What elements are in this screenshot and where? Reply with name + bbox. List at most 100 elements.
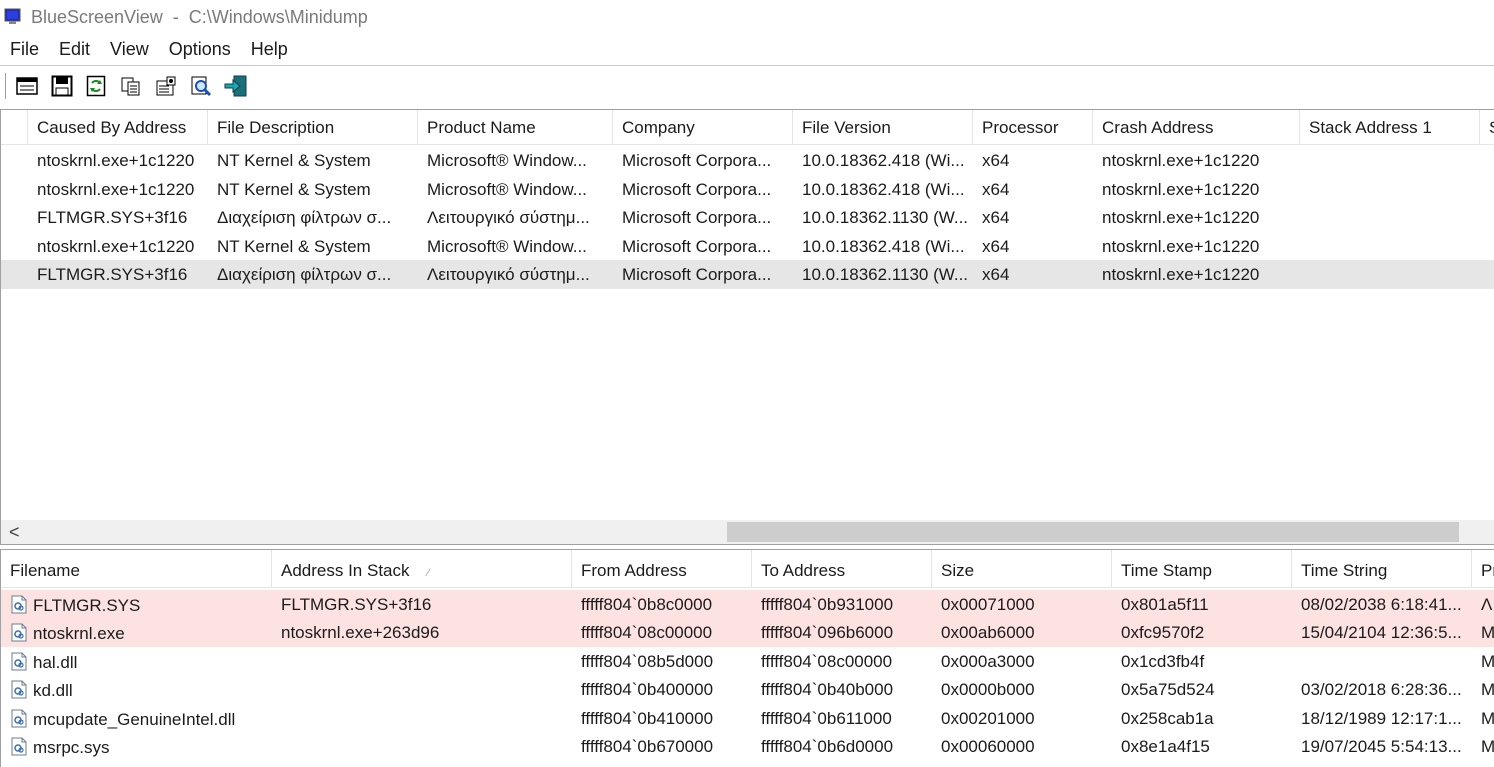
column-header-file-description[interactable]: File Description — [208, 110, 418, 145]
column-header-time-stamp[interactable]: Time Stamp — [1112, 550, 1292, 588]
html-report-button[interactable] — [15, 74, 39, 98]
crash-row[interactable]: FLTMGR.SYS+3f16 Διαχείριση φίλτρων σ... … — [1, 203, 1494, 232]
column-header-size[interactable]: Size — [932, 550, 1112, 588]
refresh-icon — [86, 75, 106, 97]
cell-file-description: NT Kernel & System — [217, 236, 371, 256]
cell-time-stamp: 0x5a75d524 — [1121, 680, 1215, 699]
cell-company: Microsoft Corpora... — [622, 236, 772, 256]
cell-crash-address: ntoskrnl.exe+1c1220 — [1102, 236, 1260, 256]
properties-button[interactable] — [154, 74, 178, 98]
column-header-file-version[interactable]: File Version — [793, 110, 973, 145]
cell-file-description: Διαχείριση φίλτρων σ... — [217, 208, 392, 227]
cell-time-stamp: 0x801a5f11 — [1121, 594, 1209, 614]
cell-truncated: M — [1481, 708, 1494, 728]
driver-row[interactable]: msrpc.sys fffff804`0b670000 fffff804`0b6… — [1, 732, 1494, 761]
cell-time-stamp: 0x8e1a4f15 — [1121, 737, 1210, 756]
cell-file-description: NT Kernel & System — [217, 179, 371, 199]
cell-processor: x64 — [982, 151, 1010, 170]
crash-row[interactable]: ntoskrnl.exe+1c1220 NT Kernel & System M… — [1, 146, 1494, 175]
column-header-stack-address-1[interactable]: Stack Address 1 — [1300, 110, 1480, 145]
column-header-filename[interactable]: Filename — [1, 550, 272, 588]
cell-to-address: fffff804`0b931000 — [761, 594, 894, 614]
window-title: BlueScreenView - C:\Windows\Minidump — [31, 7, 368, 27]
driver-list[interactable]: Filename Address In Stack ⁄ From Address … — [0, 549, 1494, 767]
menu-bar: File Edit View Options Help — [0, 36, 1494, 64]
cell-truncated: M — [1481, 737, 1494, 756]
menu-help[interactable]: Help — [251, 36, 288, 64]
copy-button[interactable] — [119, 74, 143, 98]
column-header-blank[interactable] — [1, 110, 28, 145]
cell-time-stamp: 0x258cab1a — [1121, 708, 1214, 728]
cell-time-string: 18/12/1989 12:17:1... — [1301, 708, 1462, 728]
column-header-truncated[interactable]: Pr — [1472, 550, 1494, 588]
menu-options[interactable]: Options — [169, 36, 231, 64]
column-header-to-address[interactable]: To Address — [752, 550, 932, 588]
cell-file-description: Διαχείριση φίλτρων σ... — [217, 265, 392, 284]
cell-from-address: fffff804`08c00000 — [581, 623, 713, 642]
horizontal-scrollbar[interactable]: < — [1, 520, 1494, 544]
cell-to-address: fffff804`0b611000 — [761, 708, 892, 728]
cell-to-address: fffff804`096b6000 — [761, 623, 894, 642]
cell-file-version: 10.0.18362.1130 (W... — [802, 208, 969, 227]
refresh-button[interactable] — [84, 74, 108, 98]
driver-row-highlighted[interactable]: FLTMGR.SYS FLTMGR.SYS+3f16 fffff804`0b8c… — [1, 589, 1494, 619]
html-report-icon — [16, 77, 38, 95]
find-icon — [191, 76, 212, 97]
exit-button[interactable] — [224, 74, 248, 98]
column-header-company[interactable]: Company — [613, 110, 793, 145]
cell-caused-by-address: ntoskrnl.exe+1c1220 — [37, 179, 195, 199]
menu-view[interactable]: View — [110, 36, 149, 64]
find-button[interactable] — [189, 74, 213, 98]
toolbar-grip[interactable] — [5, 73, 7, 99]
cell-address-in-stack — [272, 732, 572, 761]
column-header-caused-by-address[interactable]: Caused By Address — [28, 110, 208, 145]
driver-row[interactable]: kd.dll fffff804`0b400000 fffff804`0b40b0… — [1, 675, 1494, 704]
save-button[interactable] — [50, 74, 74, 98]
cell-from-address: fffff804`0b670000 — [581, 737, 714, 756]
cell-company: Microsoft Corpora... — [622, 208, 772, 227]
cell-size: 0x00060000 — [941, 737, 1035, 756]
cell-from-address: fffff804`0b400000 — [581, 680, 714, 699]
cell-to-address: fffff804`08c00000 — [761, 651, 893, 671]
cell-product-name: Microsoft® Window... — [427, 236, 587, 256]
cell-filename: msrpc.sys — [1, 732, 272, 761]
cell-product-name: Microsoft® Window... — [427, 151, 587, 170]
cell-address-in-stack: ntoskrnl.exe+263d96 — [281, 623, 440, 642]
column-header-truncated[interactable]: S — [1480, 110, 1494, 145]
toolbar — [0, 65, 1494, 105]
dll-file-icon — [11, 652, 27, 670]
crash-list[interactable]: Caused By Address File Description Produ… — [0, 109, 1494, 545]
cell-time-string: 08/02/2038 6:18:41... — [1301, 594, 1462, 614]
cell-time-string: 03/02/2018 6:28:36... — [1301, 680, 1462, 699]
title-bar: BlueScreenView - C:\Windows\Minidump — [0, 0, 1494, 36]
column-header-product-name[interactable]: Product Name — [418, 110, 613, 145]
crash-row[interactable]: ntoskrnl.exe+1c1220 NT Kernel & System M… — [1, 175, 1494, 204]
column-header-crash-address[interactable]: Crash Address — [1093, 110, 1300, 145]
cell-filename: kd.dll — [1, 675, 272, 704]
column-header-processor[interactable]: Processor — [973, 110, 1093, 145]
menu-edit[interactable]: Edit — [59, 36, 90, 64]
cell-processor: x64 — [982, 179, 1010, 199]
driver-row-highlighted[interactable]: ntoskrnl.exe ntoskrnl.exe+263d96 fffff80… — [1, 618, 1494, 647]
crash-row-selected[interactable]: FLTMGR.SYS+3f16 Διαχείριση φίλτρων σ... … — [1, 260, 1494, 289]
save-icon — [51, 75, 73, 97]
column-header-address-in-stack[interactable]: Address In Stack ⁄ — [272, 550, 572, 588]
scroll-left-arrow[interactable]: < — [9, 522, 20, 543]
driver-row[interactable]: mcupdate_GenuineIntel.dll fffff804`0b410… — [1, 704, 1494, 733]
crash-row[interactable]: ntoskrnl.exe+1c1220 NT Kernel & System M… — [1, 232, 1494, 261]
copy-icon — [121, 77, 140, 96]
scrollbar-thumb[interactable] — [727, 522, 1459, 542]
dll-file-icon — [11, 680, 27, 699]
cell-processor: x64 — [982, 236, 1010, 256]
cell-address-in-stack — [272, 704, 572, 733]
column-header-time-string[interactable]: Time String — [1292, 550, 1472, 588]
cell-size: 0x000a3000 — [941, 651, 1035, 671]
cell-filename: FLTMGR.SYS — [1, 590, 272, 619]
driver-row[interactable]: hal.dll fffff804`08b5d000 fffff804`08c00… — [1, 647, 1494, 676]
cell-size: 0x00201000 — [941, 708, 1035, 728]
cell-product-name: Λειτουργικό σύστημ... — [427, 265, 590, 284]
menu-file[interactable]: File — [10, 36, 39, 64]
cell-time-string: 15/04/2104 12:36:5... — [1301, 623, 1462, 642]
column-header-from-address[interactable]: From Address — [572, 550, 752, 588]
cell-crash-address: ntoskrnl.exe+1c1220 — [1102, 179, 1260, 199]
